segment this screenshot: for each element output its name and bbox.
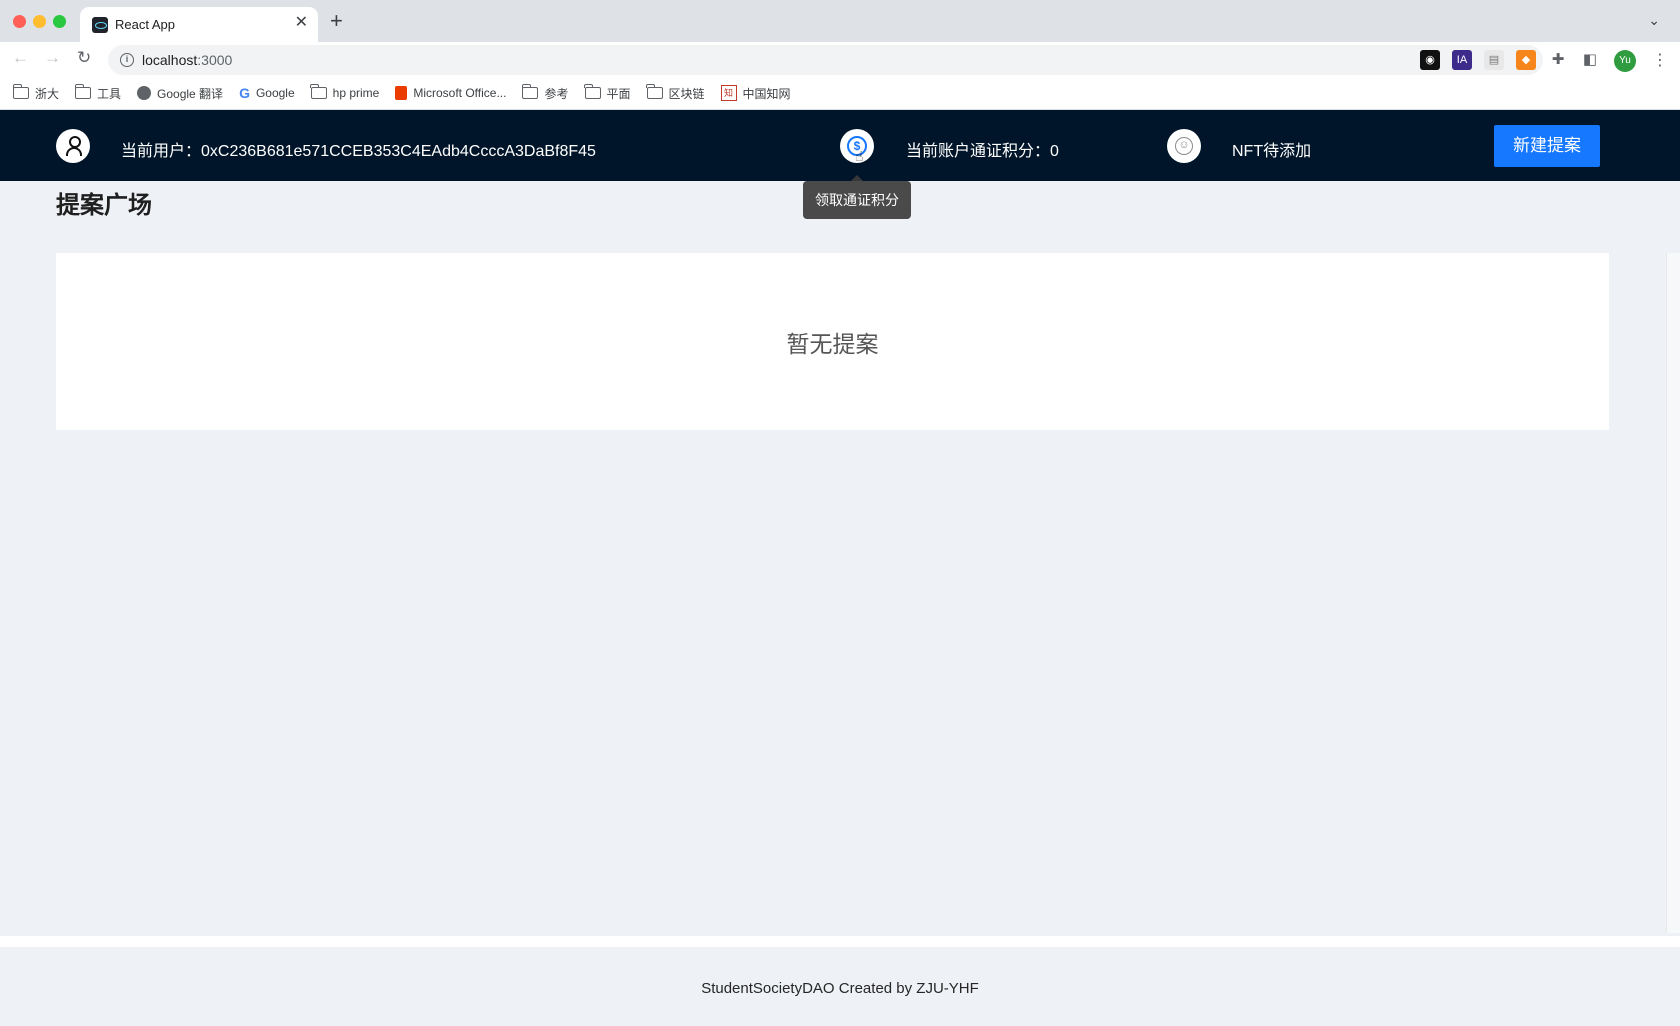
bookmark-item[interactable]: 参考 — [521, 84, 569, 102]
folder-icon — [521, 84, 539, 99]
extension-icon[interactable]: ◉ — [1420, 50, 1440, 70]
folder-icon — [584, 84, 601, 99]
browser-toolbar: ← → ↻ i localhost:3000 ⇆ ⇧ ☆ ◉ IA ▤ ◆ ✚ … — [0, 42, 1680, 77]
browser-tab[interactable]: React App ✕ — [80, 7, 318, 42]
bookmark-label: Google — [255, 86, 295, 100]
account-points: 当前账户通证积分：0 — [906, 137, 1059, 161]
user-icon — [65, 136, 82, 156]
url-text[interactable]: localhost:3000 — [142, 52, 232, 68]
url-host: localhost — [142, 52, 198, 68]
tab-close-icon[interactable]: ✕ — [295, 15, 308, 31]
puzzle-icon[interactable]: ✚ — [1548, 50, 1568, 70]
office-icon — [395, 86, 408, 100]
app-header: 当前用户：0xC236B681e571CCEB353C4EAdb4CcccA3D… — [0, 110, 1680, 181]
extension-icon[interactable]: ▤ — [1484, 50, 1504, 70]
extensions-area: ◉ IA ▤ ◆ ✚ ◧ — [1420, 50, 1600, 70]
forward-icon[interactable]: → — [44, 47, 61, 69]
points-value: 0 — [1050, 143, 1059, 160]
scrollbar[interactable] — [1666, 253, 1680, 933]
back-icon[interactable]: ← — [12, 47, 29, 69]
folder-icon — [310, 84, 327, 99]
current-user-address: 0xC236B681e571CCEB353C4EAdb4CcccA3DaBf8F… — [201, 143, 596, 160]
current-user-label: 当前用户： — [121, 143, 202, 160]
reload-icon[interactable]: ↻ — [77, 47, 91, 69]
react-icon — [92, 17, 108, 33]
new-proposal-button[interactable]: 新建提案 — [1494, 125, 1600, 167]
metamask-icon[interactable]: ◆ — [1516, 50, 1536, 70]
bookmark-item[interactable]: 知中国知网 — [720, 85, 791, 102]
bookmark-label: 平面 — [606, 86, 631, 101]
cnki-icon: 知 — [720, 85, 737, 101]
minimize-window-button[interactable] — [33, 15, 46, 28]
points-label: 当前账户通证积分： — [906, 143, 1051, 160]
nft-status: NFT待添加 — [1232, 143, 1312, 160]
google-icon: G — [239, 85, 250, 101]
bookmark-item[interactable]: Microsoft Office... — [395, 86, 506, 100]
current-user: 当前用户：0xC236B681e571CCEB353C4EAdb4CcccA3D… — [121, 137, 596, 161]
pointer-cursor-icon: ☝ — [855, 148, 864, 164]
bookmark-label: 工具 — [97, 86, 122, 101]
bookmark-item[interactable]: Google 翻译 — [137, 85, 223, 102]
bookmark-item[interactable]: hp prime — [310, 84, 380, 100]
bookmark-item[interactable]: 浙大 — [12, 84, 60, 102]
user-avatar — [56, 129, 90, 163]
menu-icon[interactable]: ⋮ — [1652, 50, 1668, 70]
bookmark-label: 参考 — [544, 86, 569, 101]
bookmark-label: 浙大 — [35, 86, 60, 101]
address-bar[interactable]: i localhost:3000 ⇆ ⇧ ☆ — [108, 45, 1543, 75]
tab-search-icon[interactable]: ⌄ — [1648, 12, 1660, 29]
bookmark-label: 区块链 — [668, 86, 705, 101]
profile-avatar[interactable]: Yu — [1614, 50, 1636, 72]
nft-avatar[interactable]: ☺ — [1167, 129, 1201, 163]
empty-state-text: 暂无提案 — [786, 331, 879, 357]
folder-icon — [646, 84, 663, 99]
smile-icon: ☺ — [1175, 137, 1193, 155]
extension-icon[interactable]: IA — [1452, 50, 1472, 70]
proposal-list: 暂无提案 — [56, 253, 1609, 430]
bookmark-label: Microsoft Office... — [413, 86, 507, 100]
bookmark-item[interactable]: 工具 — [74, 84, 122, 102]
maximize-window-button[interactable] — [53, 15, 66, 28]
bookmark-item[interactable]: 平面 — [584, 84, 631, 102]
new-tab-button[interactable]: + — [330, 10, 343, 32]
bookmark-label: 中国知网 — [742, 86, 791, 101]
globe-icon — [137, 86, 152, 100]
close-window-button[interactable] — [13, 15, 26, 28]
main-content: 提案广场 暂无提案 — [0, 181, 1680, 936]
browser-tab-bar: React App ✕ + ⌄ — [0, 0, 1680, 42]
tab-title: React App — [115, 17, 175, 32]
sidepanel-icon[interactable]: ◧ — [1580, 50, 1600, 70]
footer-text: StudentSocietyDAO Created by ZJU-YHF — [701, 980, 979, 997]
page-title: 提案广场 — [56, 192, 152, 219]
folder-icon — [12, 84, 29, 99]
claim-points-tooltip: 领取通证积分 — [803, 175, 911, 219]
url-port: :3000 — [197, 52, 233, 68]
bookmark-label: Google 翻译 — [157, 86, 224, 101]
bookmarks-bar: 浙大 工具 Google 翻译 G Google hp prime Microso… — [0, 77, 1680, 110]
bookmark-item[interactable]: 区块链 — [646, 84, 705, 102]
bookmark-label: hp prime — [332, 86, 380, 100]
site-info-icon[interactable]: i — [120, 53, 134, 67]
bookmark-item[interactable]: G Google — [239, 85, 295, 101]
footer: StudentSocietyDAO Created by ZJU-YHF — [0, 947, 1680, 1026]
folder-icon — [74, 84, 92, 99]
